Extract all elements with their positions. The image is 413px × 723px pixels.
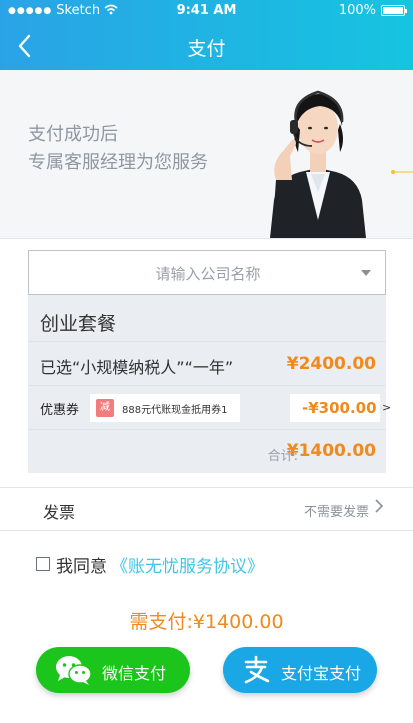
amount-due: 需支付:¥1400.00 [129,611,284,633]
coupon-name: 888元代账现金抵用券1 [122,405,228,416]
battery-info: 100% [338,3,407,18]
wechat-pay-label: 微信支付 [102,664,167,683]
company-name-placeholder: 请输入公司名称 [155,265,261,283]
status-bar: ●●●●● Sketch 9:41 AM 100% [0,0,413,22]
agreement-row: 我同意 《账无忧服务协议》 [36,552,264,577]
service-agent-illustration [270,90,366,238]
banner-line-2: 专属客服经理为您服务 [28,152,208,173]
total-amount: ¥1400.00 [286,441,376,461]
agree-label: 我同意 [56,556,107,577]
banner-line-1: 支付成功后 [28,124,118,145]
wechat-pay-button[interactable]: 微信支付 [36,647,190,693]
wechat-icon [56,656,92,685]
invoice-bottom-divider [0,530,413,531]
alipay-label: 支付宝支付 [281,664,362,683]
package-card: 创业套餐 已选“小规模纳税人”“一年” ¥2400.00 优惠券 减 888元代… [28,295,391,473]
agree-checkbox[interactable] [36,557,50,571]
alipay-button[interactable]: 支付宝支付 [223,647,377,693]
chevron-right-icon [375,499,384,513]
company-name-select[interactable]: 请输入公司名称 [28,250,386,295]
invoice-value: 不需要发票 [303,505,369,520]
service-banner: 支付成功后 专属客服经理为您服务 [0,70,413,238]
discount-tag-icon: 减 [96,399,114,417]
decoration-line [391,170,413,174]
selected-options: 已选“小规模纳税人”“一年” [40,358,234,377]
invoice-label: 发票 [43,503,76,522]
caret-down-icon [361,270,371,276]
discount-amount: -¥300.00 [302,399,377,417]
banner-divider [0,238,413,239]
coupon-arrow[interactable]: > [382,401,391,414]
app-header: ●●●●● Sketch 9:41 AM 100% 支付 [0,0,413,70]
package-selection-row: 已选“小规模纳税人”“一年” ¥2400.00 [28,341,386,385]
coupon-row: 优惠券 减 888元代账现金抵用券1 -¥300.00 > [28,385,391,430]
coupon-selector[interactable]: 减 888元代账现金抵用券1 [90,394,240,422]
package-name: 创业套餐 [40,313,117,335]
invoice-row[interactable]: 发票 不需要发票 [0,488,413,530]
page-title: 支付 [187,38,226,60]
service-agreement-link[interactable]: 《账无忧服务协议》 [111,552,264,577]
package-price: ¥2400.00 [286,354,376,374]
discount-amount-box: -¥300.00 [290,394,380,422]
coupon-label: 优惠券 [40,403,80,418]
battery-icon [381,5,407,16]
battery-percent: 100% [338,3,376,18]
alipay-icon [244,655,270,684]
